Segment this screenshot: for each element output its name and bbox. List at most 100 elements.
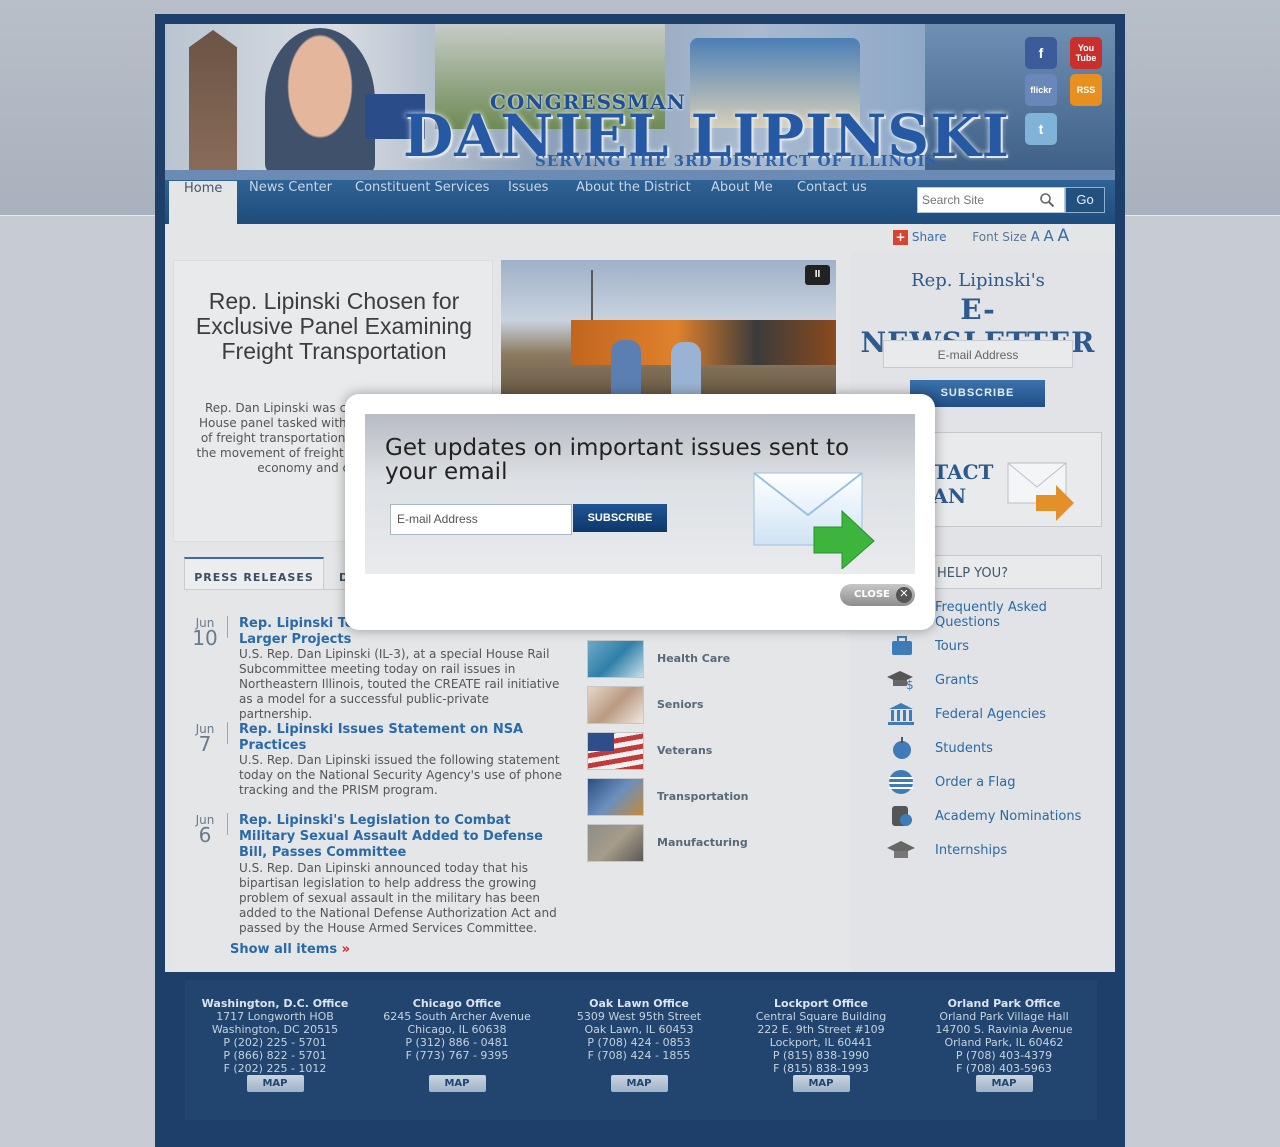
tab-press-releases[interactable]: PRESS RELEASES [184,557,324,590]
rss-icon[interactable]: RSS [1070,74,1102,106]
page-tools: + Share Font Size A A A [893,226,1069,248]
nav-issues[interactable]: Issues [493,180,563,224]
issue-veterans[interactable]: Veterans [587,732,827,772]
enewsletter-title: Rep. Lipinski's [911,270,1045,291]
share-icon[interactable]: + [893,230,908,245]
map-button[interactable]: MAP [792,1075,850,1092]
nav-home[interactable]: Home [169,181,238,233]
map-button[interactable]: MAP [610,1075,668,1092]
office-line: 222 E. 9th Street #109 [757,1023,885,1036]
facebook-icon[interactable]: f [1025,37,1057,69]
issue-seniors[interactable]: Seniors [587,686,827,726]
modal-subscribe-button[interactable]: SUBSCRIBE [573,504,667,532]
help-link-label: Internships [935,843,1008,858]
map-button[interactable]: MAP [246,1075,304,1092]
press-title-link[interactable]: Rep. Lipinski Issues Statement on NSA Pr… [239,722,569,754]
office-name: Chicago Office [412,997,502,1010]
youtube-icon[interactable]: You Tube [1070,37,1102,69]
office-chicago: Chicago Office 6245 South Archer Avenue … [366,997,548,1092]
enewsletter-email-field[interactable]: E-mail Address [883,340,1073,368]
press-summary: U.S. Rep. Dan Lipinski announced today t… [239,861,557,935]
help-link-order-flag[interactable]: Order a Flag [884,769,1104,795]
font-size-medium[interactable]: A [1043,227,1053,245]
search-go-button[interactable]: Go [1065,187,1105,213]
apple-icon [893,737,911,759]
nav-constituent-services[interactable]: Constituent Services [340,180,504,224]
banner-serving: SERVING THE 3RD DISTRICT OF ILLINOIS [535,152,938,170]
slideshow-pause-button[interactable]: II [805,265,830,285]
featured-photo[interactable] [501,260,836,394]
office-line: P (202) 225 - 5701 [223,1036,327,1049]
banner-portrait [265,28,375,174]
modal-content: Get updates on important issues sent to … [365,414,915,574]
help-link-students[interactable]: Students [884,735,1104,761]
office-name: Lockport Office [774,997,868,1010]
list-item: Jun 7 Rep. Lipinski Issues Statement on … [186,722,576,802]
nav-about-district[interactable]: About the District [561,180,706,224]
office-line: Chicago, IL 60638 [407,1023,507,1036]
help-link-tours[interactable]: Tours [884,633,1104,659]
office-line: F (773) 767 - 9395 [405,1049,509,1062]
help-link-label: Order a Flag [935,775,1016,790]
issue-label: Seniors [657,698,704,711]
office-name: Orland Park Office [947,997,1061,1010]
office-line: 14700 S. Ravinia Avenue [935,1023,1073,1036]
help-link-academy-nominations[interactable]: Academy Nominations [884,803,1104,829]
office-line: P (866) 822 - 5701 [223,1049,327,1062]
office-line: Oak Lawn, IL 60453 [584,1023,694,1036]
header-banner[interactable]: CONGRESSMAN DANIEL LIPINSKI SERVING THE … [165,24,1115,174]
press-day: 6 [198,823,212,847]
share-link[interactable]: Share [912,230,947,244]
rss-label: RSS [1076,85,1096,95]
veterans-thumbnail [587,732,644,770]
issue-health-care[interactable]: Health Care [587,640,827,680]
office-line: 6245 South Archer Avenue [383,1010,531,1023]
press-title-link[interactable]: Rep. Lipinski's Legislation to Combat Mi… [239,813,569,861]
help-link-federal-agencies[interactable]: Federal Agencies [884,701,1104,727]
office-washington: Washington, D.C. Office 1717 Longworth H… [184,997,366,1092]
office-line: 5309 West 95th Street [576,1010,702,1023]
banner-tower-image [189,30,237,174]
help-link-label: Students [935,741,993,756]
office-line: 1717 Longworth HOB [216,1010,334,1023]
nav-about-me[interactable]: About Me [696,180,788,224]
press-summary: U.S. Rep. Dan Lipinski issued the follow… [239,753,562,797]
nav-news-center[interactable]: News Center [234,180,347,224]
twitter-icon[interactable]: t [1025,113,1057,145]
map-button[interactable]: MAP [428,1075,486,1092]
graduation-cap-icon: $ [887,671,914,692]
flag-icon [889,770,913,794]
modal-email-field[interactable]: E-mail Address [390,504,572,535]
modal-close-button[interactable]: CLOSE ✕ [840,584,915,606]
map-button[interactable]: MAP [975,1075,1033,1092]
issue-manufacturing[interactable]: Manufacturing [587,824,827,864]
office-line: F (202) 225 - 1012 [223,1062,327,1075]
office-line: F (815) 838-1993 [773,1062,869,1075]
font-size-large[interactable]: A [1058,226,1070,246]
twitter-label: t [1038,121,1044,137]
flickr-icon[interactable]: flickr [1025,74,1057,106]
manufacturing-thumbnail [587,824,644,862]
facebook-label: f [1038,45,1044,61]
help-link-label: Frequently Asked Questions [935,600,1047,630]
issue-label: Manufacturing [657,836,748,849]
nav-contact-us[interactable]: Contact us [782,180,882,224]
office-name: Oak Lawn Office [589,997,689,1010]
office-line: F (708) 403-5963 [956,1062,1052,1075]
issue-transportation[interactable]: Transportation [587,778,827,818]
capitol-building-icon [888,703,914,725]
press-summary: U.S. Rep. Dan Lipinski (IL-3), at a spec… [239,647,560,721]
show-all-items-link[interactable]: Show all items » [230,942,350,957]
office-name: Washington, D.C. Office [201,997,349,1010]
help-link-label: Federal Agencies [935,707,1046,722]
search-icon[interactable] [1039,192,1055,208]
office-line: P (708) 424 - 0853 [587,1036,691,1049]
help-link-internships[interactable]: Internships [884,837,1104,863]
font-size-small[interactable]: A [1031,230,1040,245]
featured-title[interactable]: Rep. Lipinski Chosen for Exclusive Panel… [184,289,484,364]
issue-label: Transportation [657,790,749,803]
help-link-grants[interactable]: $ Grants [884,667,1104,693]
flickr-label: flickr [1030,85,1052,95]
transportation-thumbnail [587,778,644,816]
svg-text:$: $ [906,678,914,692]
